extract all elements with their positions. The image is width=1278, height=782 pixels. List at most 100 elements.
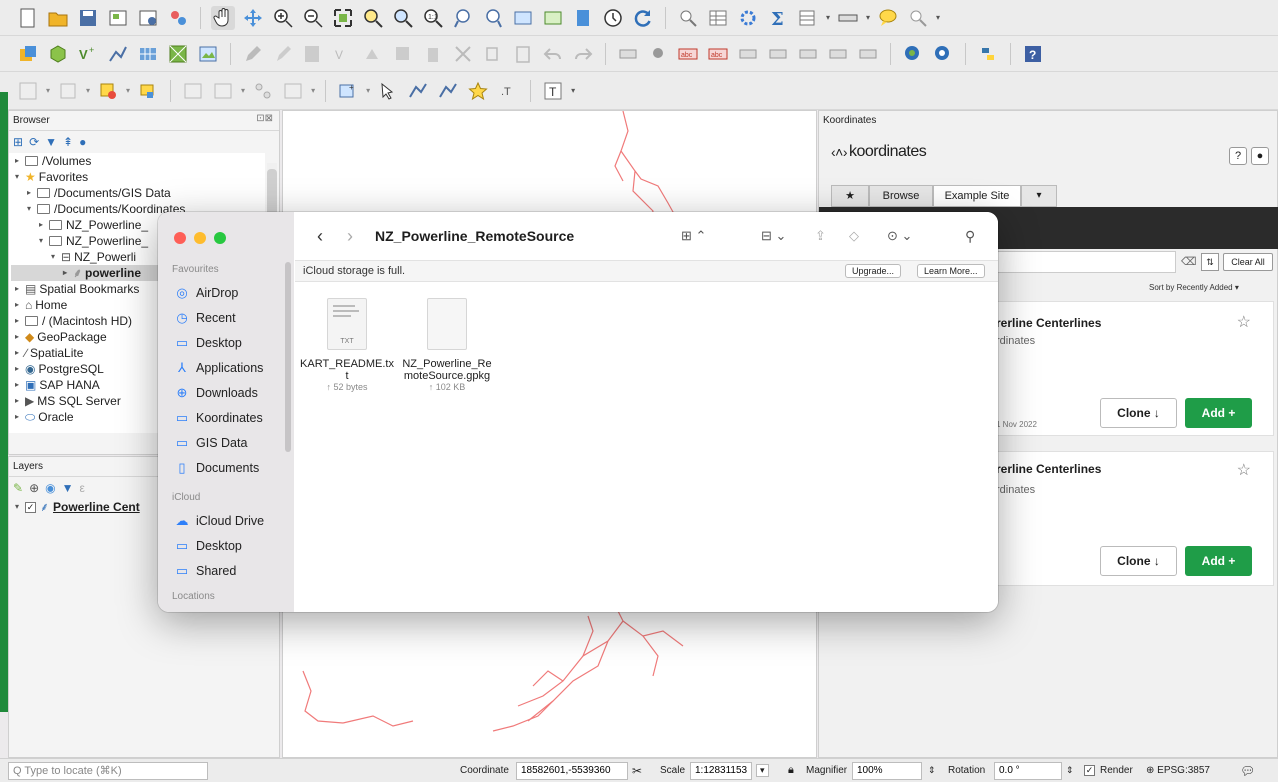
expand-icon[interactable]: ▾ xyxy=(15,499,25,515)
filter-icon[interactable]: ▼ xyxy=(62,481,74,495)
zoom-last-icon[interactable] xyxy=(451,6,475,30)
coordinate-toggle-icon[interactable]: ✂ xyxy=(632,764,642,778)
sidebar-item[interactable]: ▯ Documents xyxy=(158,455,286,480)
browser-tree-item[interactable]: ▸ /Documents/GIS Data xyxy=(11,185,263,201)
style-icon[interactable]: ✎ xyxy=(13,481,23,495)
text-annotation-icon[interactable] xyxy=(406,79,430,103)
share-icon[interactable]: ⇪ xyxy=(815,228,826,244)
toggle-editing-icon[interactable] xyxy=(271,42,295,66)
locate-bar[interactable]: Q Type to locate (⌘K) xyxy=(8,761,208,780)
dropdown-arrow-icon[interactable]: ▾ xyxy=(311,86,315,95)
dropdown-arrow-icon[interactable]: ▾ xyxy=(866,13,870,22)
data-source-manager-icon[interactable] xyxy=(16,42,40,66)
sidebar-item[interactable]: ▭ GIS Data xyxy=(158,430,286,455)
collapse-all-icon[interactable]: ⇞ xyxy=(63,135,73,149)
add-button[interactable]: Add + xyxy=(1185,398,1252,428)
dropdown-arrow-icon[interactable]: ▾ xyxy=(46,86,50,95)
chevron-right-icon[interactable]: ▸ xyxy=(15,329,25,345)
chevron-right-icon[interactable]: ▸ xyxy=(15,313,25,329)
measure-line-icon[interactable] xyxy=(836,6,860,30)
sidebar-item[interactable]: ▭ Shared xyxy=(158,558,286,583)
highlight-pinned-labels-icon[interactable] xyxy=(736,42,760,66)
add-group-icon[interactable]: ⊕ xyxy=(29,481,39,495)
deselect-features-icon[interactable] xyxy=(96,79,120,103)
chevron-right-icon[interactable]: ▸ xyxy=(15,345,25,361)
new-project-icon[interactable] xyxy=(16,6,40,30)
attribute-form-icon[interactable] xyxy=(211,79,235,103)
select-features-icon[interactable] xyxy=(16,79,40,103)
help-icon[interactable]: ? xyxy=(1021,42,1045,66)
visibility-icon[interactable]: ◉ xyxy=(45,481,55,495)
clear-all-button[interactable]: Clear All xyxy=(1223,253,1273,271)
map-tips-icon[interactable] xyxy=(876,6,900,30)
identify-features-icon[interactable] xyxy=(676,6,700,30)
batch-icon[interactable] xyxy=(281,79,305,103)
learn-more-button[interactable]: Learn More... xyxy=(917,264,985,278)
current-edits-icon[interactable] xyxy=(241,42,265,66)
clone-button[interactable]: Clone ↓ xyxy=(1100,398,1177,428)
dropdown-arrow-icon[interactable]: ▾ xyxy=(86,86,90,95)
layer-diagram-icon[interactable]: abc xyxy=(706,42,730,66)
open-project-icon[interactable] xyxy=(46,6,70,30)
open-attribute-table-icon[interactable] xyxy=(706,6,730,30)
pan-map-icon[interactable] xyxy=(211,5,235,30)
refresh-icon[interactable] xyxy=(631,6,655,30)
add-selected-layers-icon[interactable]: ⊞ xyxy=(13,135,23,149)
zoom-in-icon[interactable] xyxy=(271,6,295,30)
rotation-input[interactable] xyxy=(994,761,1062,780)
pin-labels-icon[interactable] xyxy=(646,42,670,66)
field-calculator-icon[interactable] xyxy=(181,79,205,103)
search-icon[interactable]: ⚲ xyxy=(965,228,975,245)
paste-features-icon[interactable] xyxy=(511,42,535,66)
add-raster-layer-icon[interactable] xyxy=(136,42,160,66)
show-hide-labels-icon[interactable] xyxy=(856,42,880,66)
metasearch-icon[interactable] xyxy=(901,42,925,66)
zoom-next-icon[interactable] xyxy=(481,6,505,30)
filter-settings-icon[interactable]: ⇅ xyxy=(1201,253,1219,271)
vertex-tool-icon[interactable] xyxy=(391,42,415,66)
zoom-out-icon[interactable] xyxy=(301,6,325,30)
sidebar-scrollbar[interactable] xyxy=(285,262,291,452)
new-map-view-icon[interactable] xyxy=(511,6,535,30)
chevron-right-icon[interactable]: ▸ xyxy=(15,409,25,425)
messages-icon[interactable]: 💬︎ xyxy=(1240,764,1255,778)
filter-icon[interactable]: ▼ xyxy=(45,135,57,149)
new-3d-map-view-icon[interactable] xyxy=(541,6,565,30)
sidebar-item[interactable]: ▭ Koordinates xyxy=(158,405,286,430)
crs-button[interactable]: ⊕ EPSG:3857 xyxy=(1146,765,1210,776)
tab-example-site[interactable]: Example Site xyxy=(933,185,1021,207)
chevron-right-icon[interactable]: ▸ xyxy=(15,393,25,409)
label-toolbar-icon[interactable] xyxy=(616,42,640,66)
select-by-value-icon[interactable] xyxy=(56,79,80,103)
dropdown-arrow-icon[interactable]: ▾ xyxy=(241,86,245,95)
browser-tree-item[interactable]: ▾ ★ Favorites xyxy=(11,169,263,185)
file-item[interactable]: TXT KART_README.tx t ↑ 52 bytes xyxy=(297,298,397,392)
add-button[interactable]: Add + xyxy=(1185,546,1252,576)
more-actions-icon[interactable]: ⊙ ⌄ xyxy=(887,228,912,244)
sidebar-item[interactable]: ◎ AirDrop xyxy=(158,280,286,305)
style-manager-icon[interactable] xyxy=(166,6,190,30)
svg-annotation-icon[interactable]: .T xyxy=(496,79,520,103)
panel-close-icon[interactable]: ⊡⊠ xyxy=(256,113,273,124)
dropdown-arrow-icon[interactable]: ▾ xyxy=(571,86,575,95)
sort-dropdown[interactable]: Sort by Recently Added ▾ xyxy=(1149,283,1239,292)
chevron-right-icon[interactable]: ▸ xyxy=(15,281,25,297)
user-icon[interactable]: ● xyxy=(1251,147,1269,165)
redo-icon[interactable] xyxy=(571,42,595,66)
metasearch-settings-icon[interactable] xyxy=(931,42,955,66)
add-text-annotation-icon[interactable]: T xyxy=(541,79,565,103)
new-annotation-icon[interactable]: + xyxy=(336,79,360,103)
browser-tree-item[interactable]: ▸ /Volumes xyxy=(11,153,263,169)
chevron-down-icon[interactable]: ▾ xyxy=(15,169,25,185)
group-icon[interactable]: ⊟ ⌄ xyxy=(761,228,786,244)
help-icon[interactable]: ? xyxy=(1229,147,1247,165)
star-icon[interactable]: ☆ xyxy=(1237,312,1251,332)
rotate-label-icon[interactable] xyxy=(796,42,820,66)
sidebar-item[interactable]: ⊕ Downloads xyxy=(158,380,286,405)
zoom-to-selection-icon[interactable] xyxy=(361,6,385,30)
zoom-native-icon[interactable]: 1:1 xyxy=(421,6,445,30)
search-map-icon[interactable] xyxy=(906,6,930,30)
dropdown-arrow-icon[interactable]: ▾ xyxy=(126,86,130,95)
upgrade-button[interactable]: Upgrade... xyxy=(845,264,902,278)
chevron-down-icon[interactable]: ▾ xyxy=(39,233,49,249)
